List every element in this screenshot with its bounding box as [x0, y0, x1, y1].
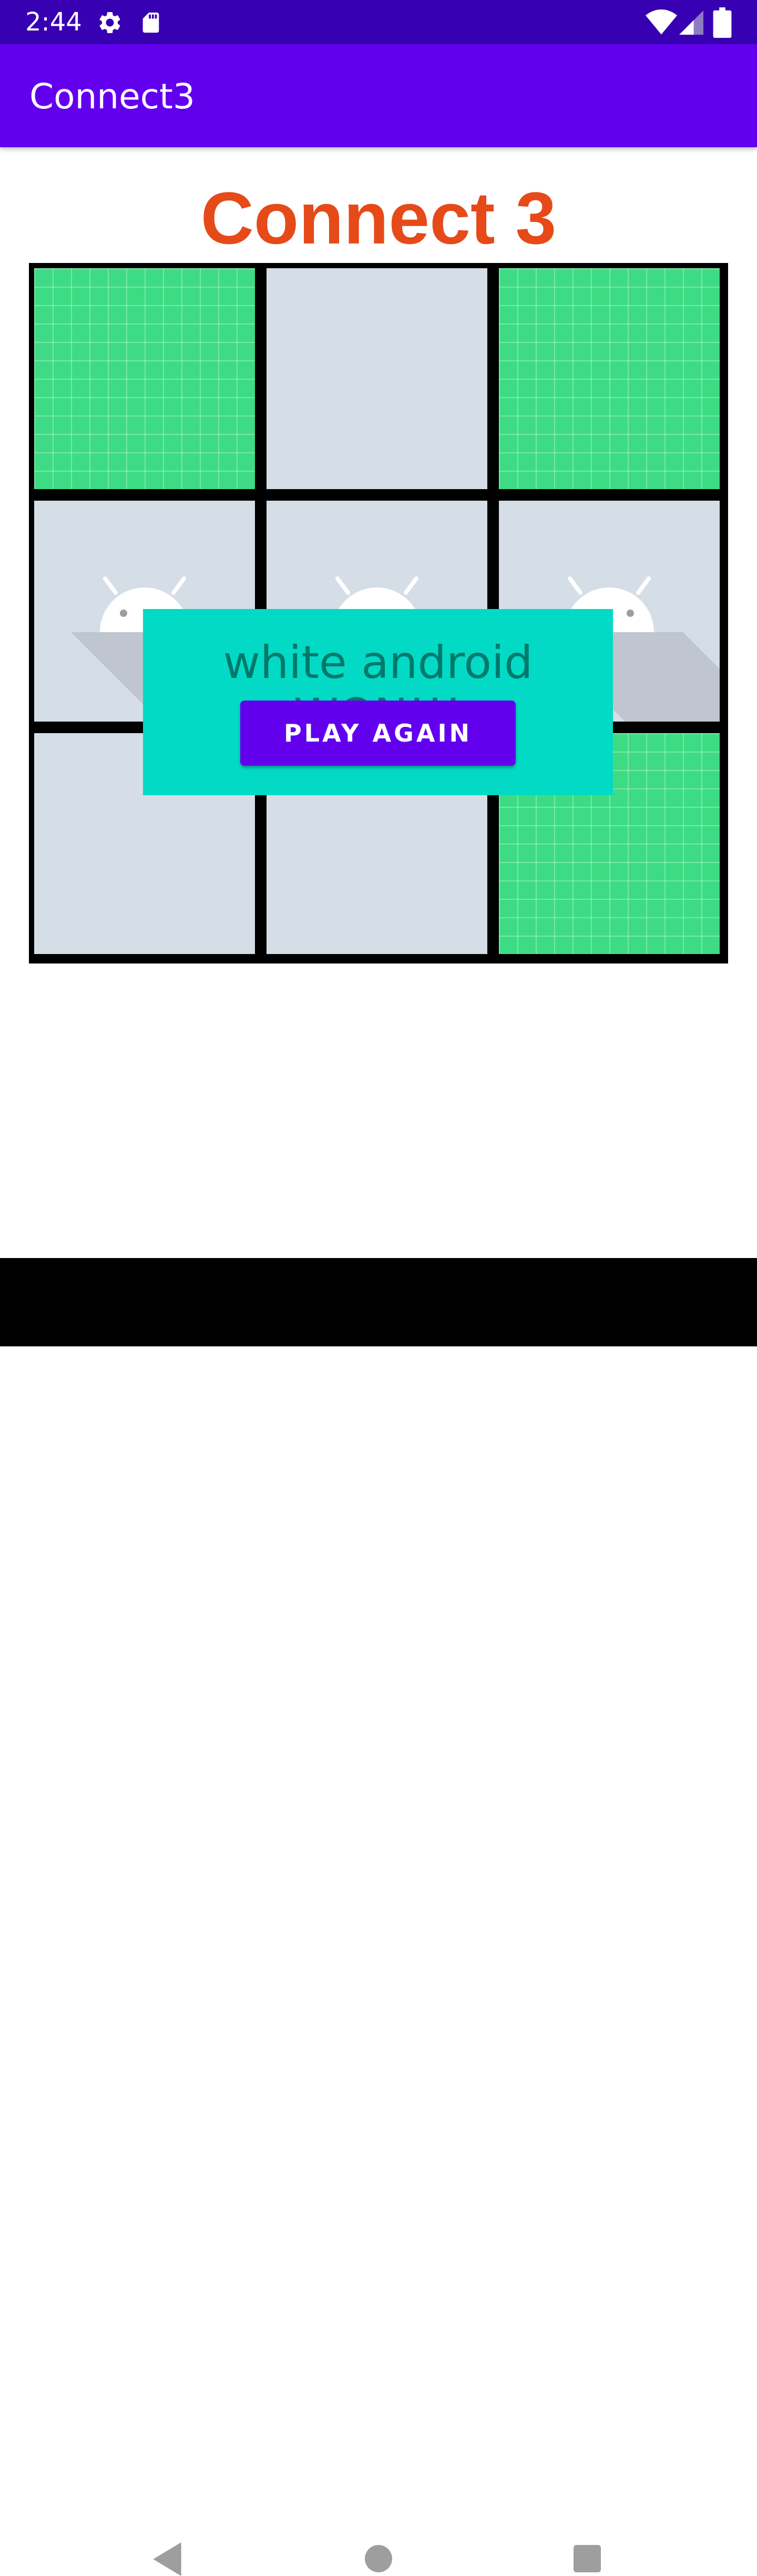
back-icon[interactable]: [152, 2542, 182, 2576]
play-again-button[interactable]: PLAY AGAIN: [240, 701, 516, 766]
wifi-icon: [646, 9, 677, 35]
home-icon[interactable]: [365, 2545, 392, 2572]
game-title: Connect 3: [200, 177, 557, 259]
navigation-bar: [0, 1258, 757, 2576]
recents-icon[interactable]: [574, 2545, 601, 2572]
board-cell[interactable]: [499, 268, 720, 489]
status-time: 2:44: [25, 7, 82, 37]
app-bar: Connect3: [0, 44, 757, 147]
status-bar: 2:44: [0, 0, 757, 44]
battery-icon: [713, 7, 732, 38]
settings-icon: [99, 12, 120, 33]
app-title: Connect3: [29, 76, 195, 117]
board-cell[interactable]: [267, 268, 487, 489]
board-cell[interactable]: [34, 268, 255, 489]
winner-dialog: white android WON!!! PLAY AGAIN: [143, 609, 613, 795]
sd-card-icon: [142, 12, 159, 33]
signal-icon: [679, 11, 703, 35]
